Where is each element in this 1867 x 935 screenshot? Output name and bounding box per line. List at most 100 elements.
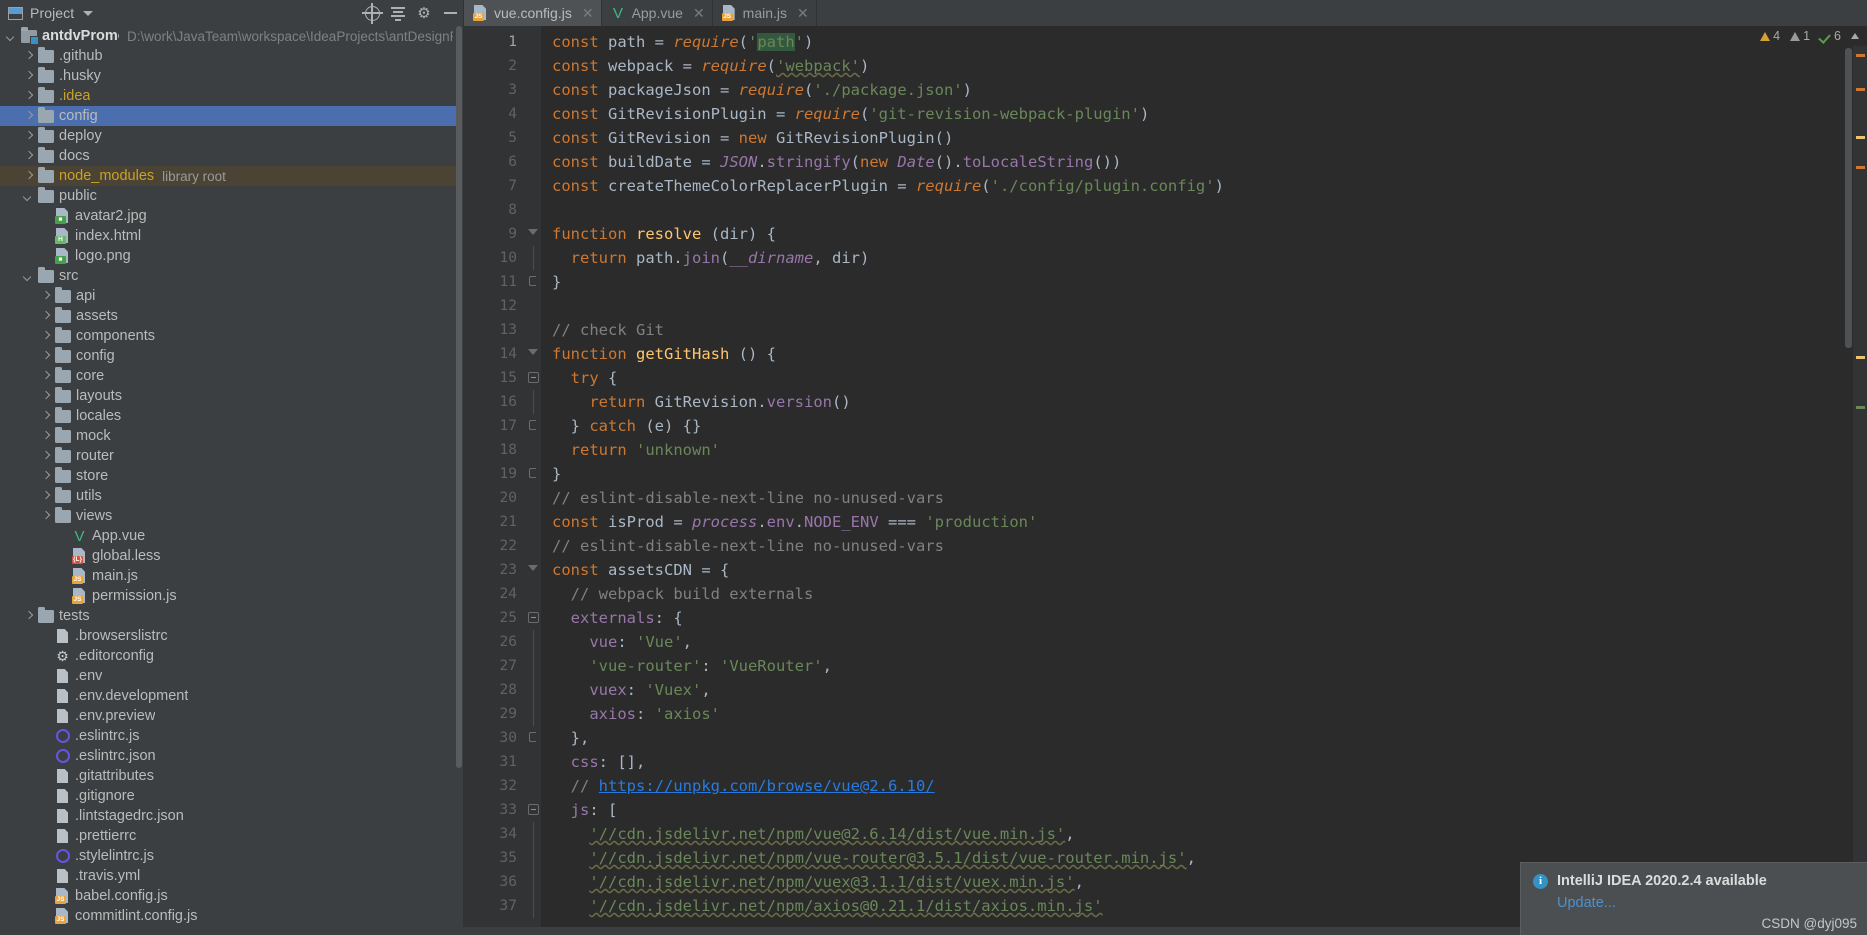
inspection-widget[interactable]: 4 1 6 bbox=[1748, 26, 1867, 46]
line-number: 7 bbox=[508, 178, 517, 194]
tree-row-.gitattributes[interactable]: .gitattributes bbox=[0, 766, 457, 786]
expand-arrow-icon[interactable] bbox=[40, 511, 51, 522]
tree-row-.github[interactable]: .github bbox=[0, 46, 457, 66]
tree-row-.idea[interactable]: .idea bbox=[0, 86, 457, 106]
fold-end-icon[interactable] bbox=[529, 420, 536, 430]
tree-row-.gitignore[interactable]: .gitignore bbox=[0, 786, 457, 806]
expand-arrow-icon[interactable] bbox=[40, 431, 51, 442]
tab-app-vue[interactable]: App.vue ✕ bbox=[602, 0, 713, 26]
expand-arrow-icon[interactable] bbox=[40, 351, 51, 362]
tree-row-commitlint.config.js[interactable]: JS commitlint.config.js bbox=[0, 906, 457, 925]
tree-row-index.html[interactable]: Hindex.html bbox=[0, 226, 457, 246]
tree-row-.browserslistrc[interactable]: .browserslistrc bbox=[0, 626, 457, 646]
tree-row-locales[interactable]: locales bbox=[0, 406, 457, 426]
expand-arrow-icon[interactable] bbox=[40, 331, 51, 342]
collapse-all-button[interactable] bbox=[385, 0, 411, 26]
expand-arrow-icon[interactable] bbox=[23, 611, 34, 622]
fold-minus-icon[interactable] bbox=[528, 804, 539, 815]
expand-arrow-icon[interactable] bbox=[40, 471, 51, 482]
tree-row-.travis.yml[interactable]: .travis.yml bbox=[0, 866, 457, 886]
tab-close-icon[interactable]: ✕ bbox=[797, 6, 809, 20]
expand-arrow-icon[interactable] bbox=[23, 111, 34, 122]
tree-row-.eslintrc.js[interactable]: .eslintrc.js bbox=[0, 726, 457, 746]
fold-end-icon[interactable] bbox=[529, 468, 536, 478]
expand-arrow-icon[interactable] bbox=[40, 411, 51, 422]
tree-row-mock[interactable]: mock bbox=[0, 426, 457, 446]
tree-row-.env[interactable]: .env bbox=[0, 666, 457, 686]
tree-row-node_modules[interactable]: node_modules library root bbox=[0, 166, 457, 186]
fold-minus-icon[interactable] bbox=[528, 372, 539, 383]
expand-arrow-icon[interactable] bbox=[40, 391, 51, 402]
tree-row-core[interactable]: core bbox=[0, 366, 457, 386]
code-text-area[interactable]: const path = require('path') const webpac… bbox=[542, 26, 1853, 935]
expand-arrow-icon[interactable] bbox=[40, 291, 51, 302]
tree-row-config[interactable]: config bbox=[0, 346, 457, 366]
expand-arrow-icon[interactable] bbox=[40, 371, 51, 382]
tab-close-icon[interactable]: ✕ bbox=[693, 6, 705, 20]
tree-row-src[interactable]: src bbox=[0, 266, 457, 286]
tree-row-.eslintrc.json[interactable]: .eslintrc.json bbox=[0, 746, 457, 766]
tree-row-.env.development[interactable]: .env.development bbox=[0, 686, 457, 706]
tree-row-tests[interactable]: tests bbox=[0, 606, 457, 626]
chevron-down-icon[interactable] bbox=[83, 10, 94, 16]
tree-row-babel.config.js[interactable]: JS babel.config.js bbox=[0, 886, 457, 906]
tree-row-store[interactable]: store bbox=[0, 466, 457, 486]
fold-collapse-icon[interactable] bbox=[528, 565, 538, 571]
expand-arrow-icon[interactable] bbox=[6, 31, 17, 42]
tab-close-icon[interactable]: ✕ bbox=[582, 6, 594, 20]
tree-row-router[interactable]: router bbox=[0, 446, 457, 466]
locate-target-button[interactable] bbox=[359, 0, 385, 26]
tree-row-.husky[interactable]: .husky bbox=[0, 66, 457, 86]
code-folding-gutter[interactable] bbox=[526, 26, 542, 935]
tree-row-views[interactable]: views bbox=[0, 506, 457, 526]
expand-arrow-icon[interactable] bbox=[40, 451, 51, 462]
tree-row-layouts[interactable]: layouts bbox=[0, 386, 457, 406]
tree-vertical-scrollbar[interactable] bbox=[455, 26, 463, 935]
tree-row-docs[interactable]: docs bbox=[0, 146, 457, 166]
expand-arrow-icon[interactable] bbox=[23, 171, 34, 182]
tree-row-api[interactable]: api bbox=[0, 286, 457, 306]
expand-arrow-icon[interactable] bbox=[23, 71, 34, 82]
tree-row-.prettierrc[interactable]: .prettierrc bbox=[0, 826, 457, 846]
tab-vue-config-js[interactable]: JS vue.config.js ✕ bbox=[464, 0, 602, 26]
expand-arrow-icon[interactable] bbox=[23, 131, 34, 142]
settings-button[interactable]: ⚙ bbox=[411, 0, 437, 26]
fold-collapse-icon[interactable] bbox=[528, 229, 538, 235]
expand-arrow-icon[interactable] bbox=[23, 271, 34, 282]
fold-minus-icon[interactable] bbox=[528, 612, 539, 623]
tree-row-.env.preview[interactable]: .env.preview bbox=[0, 706, 457, 726]
tree-row-global.less[interactable]: {L} global.less bbox=[0, 546, 457, 566]
tree-row-config[interactable]: config bbox=[0, 106, 457, 126]
tree-row-.editorconfig[interactable]: ⚙ .editorconfig bbox=[0, 646, 457, 666]
tree-row-public[interactable]: public bbox=[0, 186, 457, 206]
editor-vertical-scrollbar[interactable] bbox=[1844, 26, 1853, 935]
error-stripe[interactable] bbox=[1853, 26, 1867, 935]
tab-main-js[interactable]: JS main.js ✕ bbox=[713, 0, 817, 26]
tree-row-components[interactable]: components bbox=[0, 326, 457, 346]
tree-row-app.vue[interactable]: App.vue bbox=[0, 526, 457, 546]
tree-row-.stylelintrc.js[interactable]: .stylelintrc.js bbox=[0, 846, 457, 866]
tree-row-permission.js[interactable]: JS permission.js bbox=[0, 586, 457, 606]
expand-arrow-icon[interactable] bbox=[40, 491, 51, 502]
fold-collapse-icon[interactable] bbox=[528, 349, 538, 355]
expand-arrow-icon[interactable] bbox=[23, 151, 34, 162]
fold-end-icon[interactable] bbox=[529, 276, 536, 286]
expand-arrow-icon[interactable] bbox=[23, 51, 34, 62]
expand-arrow-icon[interactable] bbox=[23, 91, 34, 102]
expand-arrow-icon[interactable] bbox=[40, 311, 51, 322]
tree-row-.lintstagedrc.json[interactable]: .lintstagedrc.json bbox=[0, 806, 457, 826]
tree-row-utils[interactable]: utils bbox=[0, 486, 457, 506]
tree-row-assets[interactable]: assets bbox=[0, 306, 457, 326]
tree-row-avatar2.jpg[interactable]: ■ avatar2.jpg bbox=[0, 206, 457, 226]
notification-update-link[interactable]: Update... bbox=[1557, 895, 1855, 911]
notification-balloon[interactable]: IntelliJ IDEA 2020.2.4 available Update.… bbox=[1520, 862, 1867, 935]
tree-row-logo.png[interactable]: ■ logo.png bbox=[0, 246, 457, 266]
expand-arrow-icon[interactable] bbox=[23, 191, 34, 202]
tree-row-main.js[interactable]: JS main.js bbox=[0, 566, 457, 586]
project-tree[interactable]: antdvPromc D:\work\JavaTeam\workspace\Ide… bbox=[0, 26, 457, 925]
tree-row-project-root[interactable]: antdvPromc D:\work\JavaTeam\workspace\Ide… bbox=[0, 26, 457, 46]
fold-end-icon[interactable] bbox=[529, 732, 536, 742]
tree-row-deploy[interactable]: deploy bbox=[0, 126, 457, 146]
chevron-up-icon[interactable] bbox=[1851, 33, 1859, 39]
hide-toolwindow-button[interactable] bbox=[437, 0, 463, 26]
